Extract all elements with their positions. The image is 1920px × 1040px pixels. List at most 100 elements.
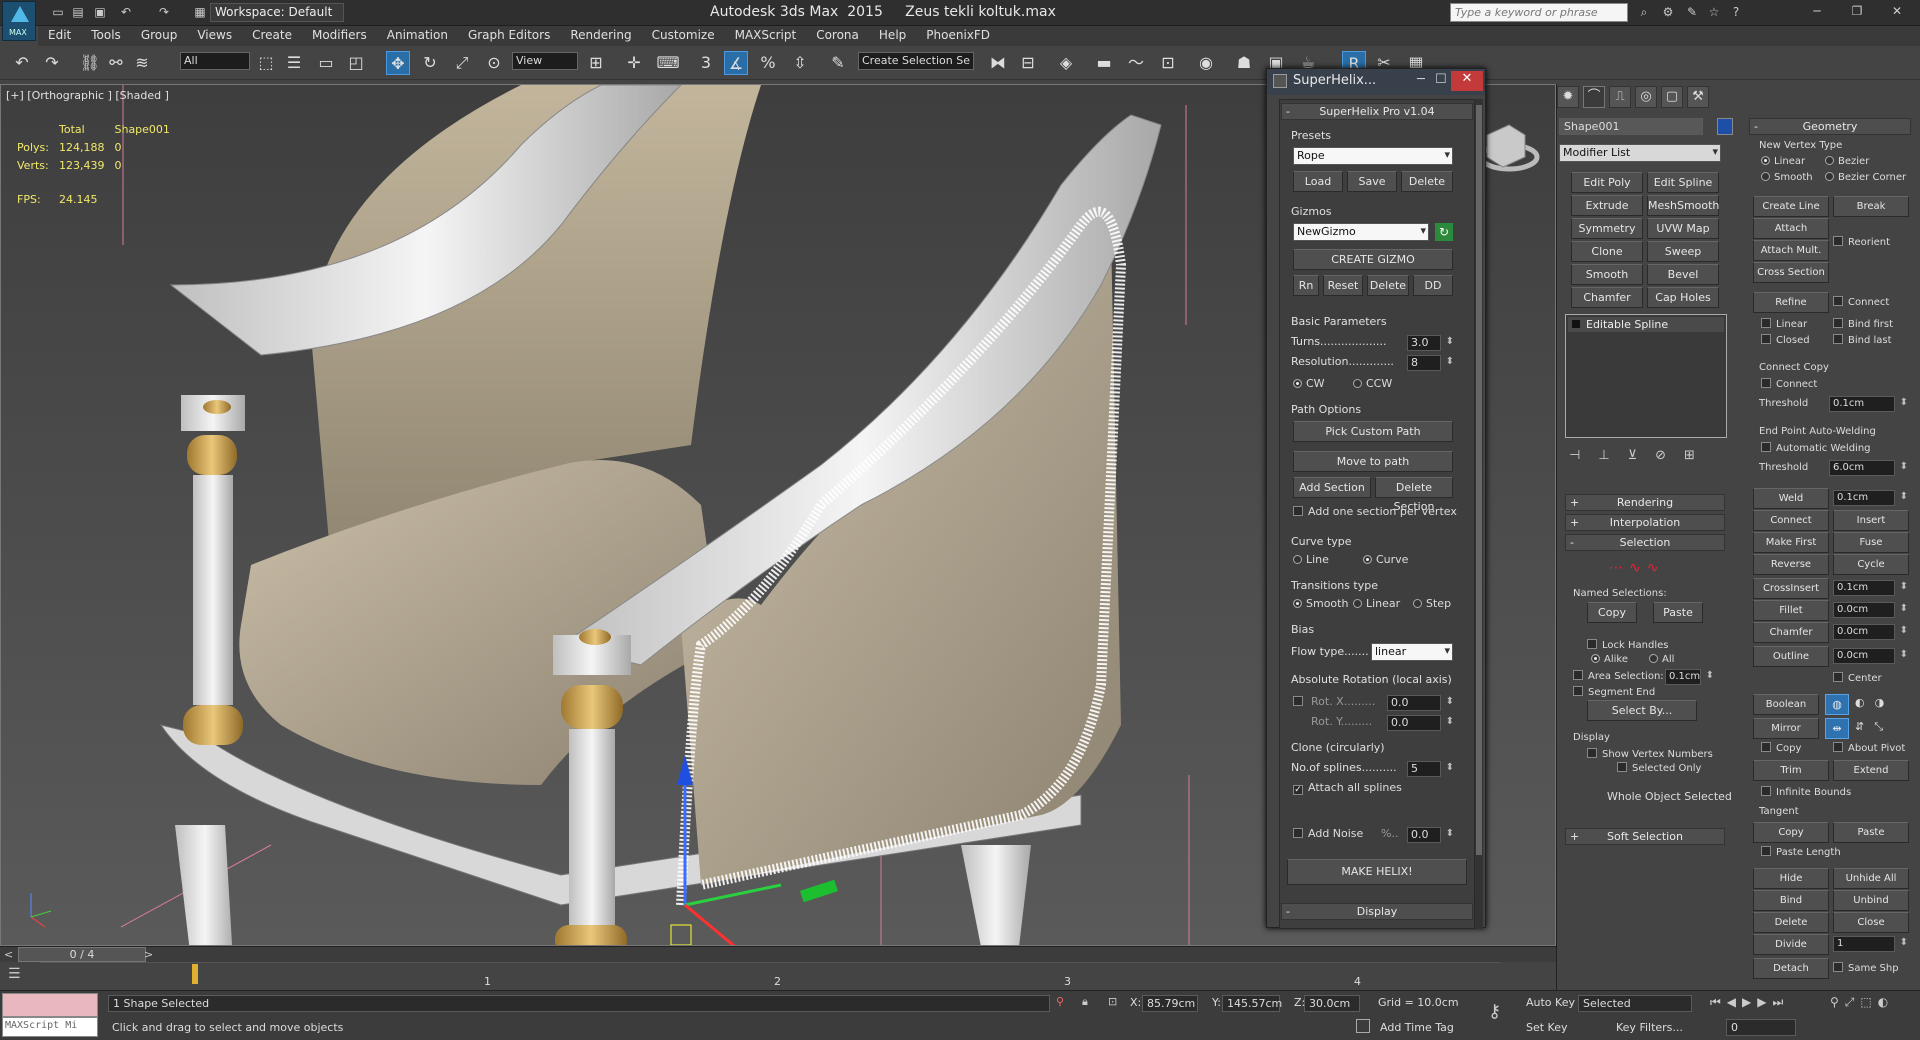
expand-icon[interactable]: [1572, 320, 1580, 328]
set-key-button[interactable]: Set Key: [1526, 1021, 1568, 1034]
set-key-mode-icon[interactable]: ⚷: [1488, 1001, 1501, 1022]
threshold-spinner[interactable]: 0.1cm: [1829, 396, 1908, 412]
subscription-icon[interactable]: ⚙: [1660, 4, 1676, 20]
key-mode-dropdown[interactable]: Selected: [1578, 995, 1692, 1012]
area-selection-spinner[interactable]: 0.1cm: [1665, 669, 1714, 685]
turns-spinner[interactable]: 3.0: [1407, 335, 1454, 351]
dd-button[interactable]: DD: [1413, 275, 1453, 296]
chamfer-spinner[interactable]: 0.0cm: [1833, 624, 1908, 640]
mod-bevel-button[interactable]: Bevel: [1647, 264, 1719, 285]
select-and-scale-icon[interactable]: ⤢: [450, 51, 474, 75]
reset-button[interactable]: Reset: [1323, 275, 1363, 296]
refine-linear-checkbox[interactable]: Linear: [1761, 318, 1807, 330]
absolute-mode-icon[interactable]: ⊡: [1108, 995, 1117, 1008]
select-object-icon[interactable]: ⬚: [254, 51, 278, 75]
named-sel-paste-button[interactable]: Paste: [1653, 602, 1703, 623]
mod-extrude-button[interactable]: Extrude: [1571, 195, 1643, 216]
create-gizmo-button[interactable]: CREATE GIZMO: [1293, 249, 1453, 270]
chamfer-button[interactable]: Chamfer: [1753, 622, 1829, 643]
rot-y-spinner[interactable]: 0.0: [1387, 715, 1454, 731]
mirror-horizontal-icon[interactable]: ⇹: [1825, 718, 1849, 739]
move-to-path-button[interactable]: Move to path: [1293, 451, 1453, 472]
modify-tab-icon[interactable]: ⌒: [1583, 86, 1605, 108]
attach-button[interactable]: Attach: [1753, 218, 1829, 239]
attach-all-checkbox[interactable]: ✓ Attach all splines: [1293, 781, 1402, 795]
mod-smooth-button[interactable]: Smooth: [1571, 264, 1643, 285]
about-pivot-checkbox[interactable]: About Pivot: [1833, 742, 1905, 754]
mod-chamfer-button[interactable]: Chamfer: [1571, 287, 1643, 308]
link-icon[interactable]: ⛓: [78, 51, 102, 75]
close-window-icon[interactable]: ✕: [1884, 2, 1910, 22]
pivot-center-icon[interactable]: ⊞: [584, 51, 608, 75]
menu-rendering[interactable]: Rendering: [560, 26, 641, 42]
rendering-rollout[interactable]: Rendering: [1565, 494, 1725, 511]
cw-radio[interactable]: CW: [1293, 377, 1325, 390]
stack-item-editable-spline[interactable]: Editable Spline: [1568, 317, 1724, 332]
communication-icon[interactable]: ✎: [1684, 4, 1700, 20]
delete-preset-button[interactable]: Delete: [1401, 171, 1453, 192]
step-radio[interactable]: Step: [1413, 597, 1451, 610]
y-coordinate-field[interactable]: 145.57cm: [1222, 995, 1282, 1012]
threshold2-spinner[interactable]: 6.0cm: [1829, 460, 1908, 476]
hierarchy-tab-icon[interactable]: ⎍: [1609, 86, 1631, 108]
divide-button[interactable]: Divide: [1753, 934, 1829, 955]
prev-frame-icon[interactable]: <: [4, 948, 13, 961]
menu-phoenixfd[interactable]: PhoenixFD: [916, 26, 1000, 42]
outline-button[interactable]: Outline: [1753, 646, 1829, 667]
reference-coordinate-dropdown[interactable]: View: [512, 52, 578, 70]
frame-slider-thumb[interactable]: 0 / 4: [18, 947, 146, 962]
menu-edit[interactable]: Edit: [38, 26, 81, 42]
close-button[interactable]: Close: [1833, 912, 1909, 933]
selection-filter-dropdown[interactable]: All: [180, 52, 250, 70]
center-checkbox[interactable]: Center: [1833, 672, 1882, 684]
utilities-tab-icon[interactable]: ⚒: [1687, 86, 1709, 108]
delete-gizmo-button[interactable]: Delete: [1367, 275, 1409, 296]
geometry-rollout[interactable]: Geometry: [1749, 118, 1911, 135]
make-helix-button[interactable]: MAKE HELIX!: [1287, 859, 1467, 885]
menu-graph-editors[interactable]: Graph Editors: [458, 26, 560, 42]
mirror-icon[interactable]: ⧓: [986, 51, 1010, 75]
object-name-field[interactable]: Shape001: [1559, 118, 1703, 135]
menu-tools[interactable]: Tools: [81, 26, 131, 42]
same-shp-checkbox[interactable]: Same Shp: [1833, 962, 1899, 974]
ccw-radio[interactable]: CCW: [1353, 377, 1392, 390]
mod-uvw-map-button[interactable]: UVW Map: [1647, 218, 1719, 239]
unlink-icon[interactable]: ⚯: [104, 51, 128, 75]
select-and-move-icon[interactable]: ✥: [386, 51, 410, 75]
mod-meshsmooth-button[interactable]: MeshSmooth: [1647, 195, 1719, 216]
presets-dropdown[interactable]: Rope: [1293, 147, 1453, 165]
schematic-view-icon[interactable]: ⊡: [1156, 51, 1180, 75]
time-slider[interactable]: < 0 / 4 >: [0, 946, 1556, 962]
project-folder-icon[interactable]: ▦: [192, 4, 208, 20]
soft-selection-rollout[interactable]: Soft Selection: [1565, 828, 1725, 845]
insert-button[interactable]: Insert: [1833, 510, 1909, 531]
refine-button[interactable]: Refine: [1753, 292, 1829, 313]
make-first-button[interactable]: Make First: [1753, 532, 1829, 553]
window-crossing-icon[interactable]: ◰: [344, 51, 368, 75]
menu-maxscript[interactable]: MAXScript: [725, 26, 807, 42]
isolate-icon[interactable]: ⚲: [1056, 995, 1064, 1008]
modifier-stack[interactable]: Editable Spline: [1565, 314, 1727, 438]
favorites-icon[interactable]: ☆: [1706, 4, 1722, 20]
weld-button[interactable]: Weld: [1753, 488, 1829, 509]
num-splines-spinner[interactable]: 5: [1407, 761, 1454, 777]
connect-copy-checkbox[interactable]: Connect: [1761, 378, 1817, 390]
angle-snap-icon[interactable]: ∡: [724, 51, 748, 75]
delete-section-button[interactable]: Delete Section: [1375, 477, 1453, 513]
mod-edit-poly-button[interactable]: Edit Poly: [1571, 172, 1643, 193]
smooth-radio[interactable]: Smooth: [1293, 597, 1348, 610]
automatic-welding-checkbox[interactable]: Automatic Welding: [1761, 442, 1871, 454]
select-by-button[interactable]: Select By...: [1587, 700, 1697, 721]
undo-icon[interactable]: ↶: [118, 4, 134, 20]
modifier-list-dropdown[interactable]: Modifier List: [1559, 144, 1721, 162]
help-icon[interactable]: ?: [1728, 4, 1744, 20]
subobject-level-icons[interactable]: ⋯∿∿: [1609, 560, 1664, 576]
bind-space-warp-icon[interactable]: ≋: [130, 51, 154, 75]
minimize-icon[interactable]: ─: [1804, 2, 1830, 22]
selection-rollout[interactable]: Selection: [1565, 534, 1725, 551]
line-radio[interactable]: Line: [1293, 553, 1329, 566]
interpolation-rollout[interactable]: Interpolation: [1565, 514, 1725, 531]
mod-cap-holes-button[interactable]: Cap Holes: [1647, 287, 1719, 308]
minimize-icon[interactable]: ─: [1417, 72, 1425, 87]
paste-length-checkbox[interactable]: Paste Length: [1761, 846, 1841, 858]
